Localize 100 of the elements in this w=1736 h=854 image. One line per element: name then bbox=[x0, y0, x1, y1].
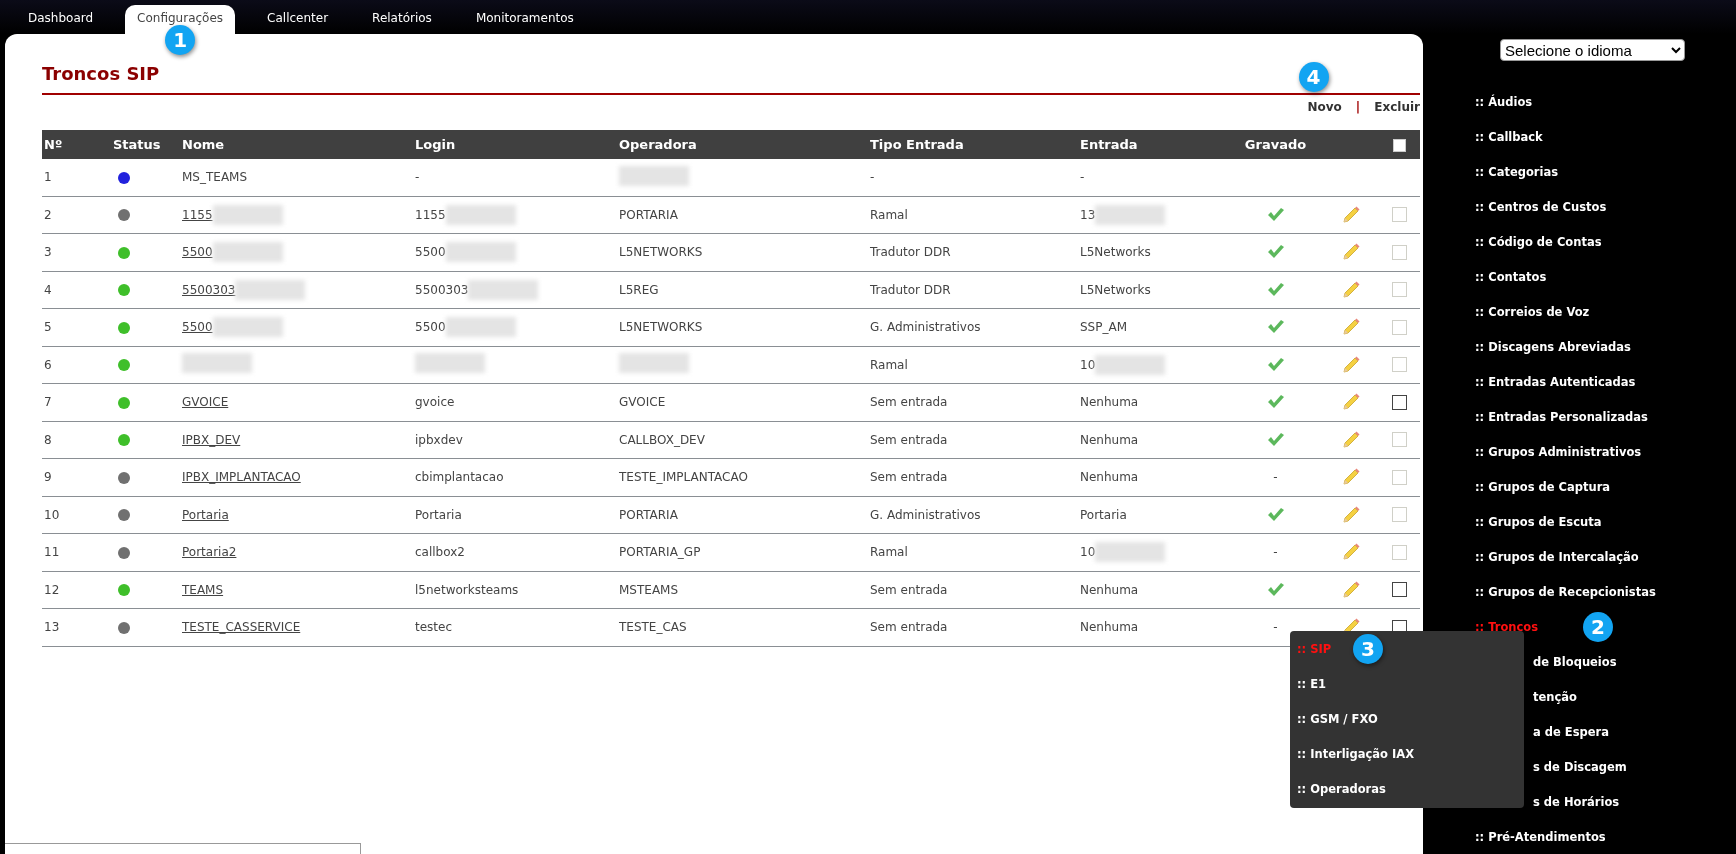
table-cell: 5500 bbox=[415, 320, 446, 335]
row-checkbox[interactable] bbox=[1391, 394, 1407, 410]
name-link[interactable]: Portaria2 bbox=[182, 545, 237, 560]
name-link[interactable]: TESTE_CASSERVICE bbox=[182, 620, 301, 635]
action-link[interactable]: Excluir bbox=[1374, 100, 1420, 114]
check-icon bbox=[1266, 506, 1285, 523]
submenu-item[interactable]: :: GSM / FXO bbox=[1297, 711, 1378, 726]
table-cell: SSP_AM bbox=[1080, 320, 1128, 335]
sidebar-item[interactable]: :: Grupos de Captura bbox=[1475, 479, 1611, 494]
table-cell: GVOICE bbox=[619, 395, 666, 410]
table-cell: Tradutor DDR bbox=[870, 245, 951, 260]
table-cell: L5NETWORKS bbox=[619, 320, 703, 335]
table-cell: Nenhuma bbox=[1080, 470, 1139, 485]
sidebar-item[interactable]: :: Discagens Abreviadas bbox=[1475, 339, 1631, 354]
name-link[interactable]: GVOICE bbox=[182, 395, 229, 410]
sidebar-item[interactable]: :: Pré-Atendimentos bbox=[1475, 829, 1606, 844]
table-cell: 6 bbox=[44, 357, 52, 372]
sidebar-item[interactable]: :: Centros de Custos bbox=[1475, 199, 1607, 214]
table-cell: gvoice bbox=[415, 395, 455, 410]
select-all-checkbox[interactable] bbox=[1392, 139, 1406, 152]
sidebar-item[interactable]: :: Grupos de Escuta bbox=[1475, 514, 1602, 529]
name-link[interactable]: IPBX_IMPLANTACAO bbox=[182, 470, 301, 485]
table-cell: MSTEAMS bbox=[619, 582, 679, 597]
table-cell: 13 bbox=[1080, 207, 1096, 222]
name-link[interactable]: 5500 bbox=[182, 245, 213, 260]
sidebar-item[interactable]: :: Callback bbox=[1475, 129, 1543, 144]
table-cell: Ramal bbox=[870, 207, 908, 222]
table-cell: - bbox=[1273, 470, 1278, 485]
sidebar-item[interactable]: :: Grupos Administrativos bbox=[1475, 444, 1642, 459]
sidebar-item[interactable]: :: Grupos de Recepcionistas bbox=[1475, 584, 1656, 599]
table-cell: 10 bbox=[1080, 545, 1096, 560]
check-icon bbox=[1266, 431, 1285, 448]
column-header: Entrada bbox=[1080, 137, 1138, 152]
table-cell: - bbox=[870, 170, 875, 185]
table-cell: testec bbox=[415, 620, 453, 635]
table-cell: - bbox=[1080, 170, 1085, 185]
row-checkbox[interactable] bbox=[1391, 582, 1407, 598]
name-link[interactable]: 5500 bbox=[182, 320, 213, 335]
sidebar-item[interactable]: a de Espera bbox=[1533, 724, 1609, 739]
table-cell: Portaria bbox=[1080, 507, 1127, 522]
sidebar-item[interactable]: tenção bbox=[1533, 689, 1577, 704]
table-cell: TESTE_CAS bbox=[619, 620, 687, 635]
table-cell: Sem entrada bbox=[870, 620, 948, 635]
sidebar-item[interactable]: :: Troncos bbox=[1475, 619, 1539, 634]
table-cell: 12 bbox=[44, 582, 60, 597]
name-link[interactable]: Portaria bbox=[182, 507, 229, 522]
table-cell: l5networksteams bbox=[415, 582, 519, 597]
table-cell: 3 bbox=[44, 245, 52, 260]
name-link[interactable]: TEAMS bbox=[182, 582, 224, 597]
name-link[interactable]: IPBX_DEV bbox=[182, 432, 241, 447]
table-cell: cbimplantacao bbox=[415, 470, 504, 485]
sidebar-item[interactable]: :: Entradas Autenticadas bbox=[1475, 374, 1636, 389]
sidebar-item[interactable]: s de Discagem bbox=[1533, 759, 1627, 774]
table-cell: L5Networks bbox=[1080, 282, 1151, 297]
table-cell: 8 bbox=[44, 432, 52, 447]
sidebar-item[interactable]: :: Áudios bbox=[1475, 94, 1533, 109]
table-cell: PORTARIA bbox=[619, 507, 678, 522]
table-cell: callbox2 bbox=[415, 545, 465, 560]
sidebar-item[interactable]: :: Entradas Personalizadas bbox=[1475, 409, 1648, 424]
table-cell: 1155 bbox=[415, 207, 446, 222]
table-cell: L5NETWORKS bbox=[619, 245, 703, 260]
nav-tab[interactable]: Callcenter bbox=[255, 5, 341, 34]
action-link[interactable]: Novo bbox=[1307, 100, 1342, 114]
sidebar-item[interactable]: :: Contatos bbox=[1475, 269, 1547, 284]
language-select[interactable]: Selecione o idioma bbox=[1500, 39, 1685, 61]
table-cell: Portaria bbox=[415, 507, 462, 522]
sidebar-item[interactable]: de Bloqueios bbox=[1533, 654, 1617, 669]
name-link[interactable]: 1155 bbox=[182, 207, 213, 222]
column-header: Tipo Entrada bbox=[870, 137, 964, 152]
table-cell: Nenhuma bbox=[1080, 620, 1139, 635]
submenu-item[interactable]: :: Operadoras bbox=[1297, 781, 1386, 796]
nav-tab[interactable]: Configurações bbox=[125, 5, 236, 34]
sidebar-item[interactable]: s de Horários bbox=[1533, 794, 1620, 809]
check-icon bbox=[1266, 206, 1285, 223]
table-cell: Tradutor DDR bbox=[870, 282, 951, 297]
table-cell: Sem entrada bbox=[870, 582, 948, 597]
sidebar-item[interactable]: :: Categorias bbox=[1475, 164, 1559, 179]
sidebar-item[interactable]: :: Grupos de Intercalação bbox=[1475, 549, 1639, 564]
table-cell: CALLBOX_DEV bbox=[619, 432, 705, 447]
separator: | bbox=[1355, 100, 1361, 114]
table-cell: PORTARIA_GP bbox=[619, 545, 701, 560]
table-cell: 5500303 bbox=[415, 282, 469, 297]
column-header: Status bbox=[113, 137, 161, 152]
table-cell: 13 bbox=[44, 620, 60, 635]
name-link[interactable]: 5500303 bbox=[182, 282, 236, 297]
sidebar-item[interactable]: :: Código de Contas bbox=[1475, 234, 1602, 249]
table-cell: 11 bbox=[44, 545, 60, 560]
table-cell: Ramal bbox=[870, 545, 908, 560]
table-cell: - bbox=[1273, 620, 1278, 635]
column-header: Login bbox=[415, 137, 456, 152]
column-header: Nº bbox=[44, 137, 63, 152]
nav-tab[interactable]: Relatórios bbox=[360, 5, 444, 34]
table-cell: MS_TEAMS bbox=[182, 170, 248, 185]
nav-tab[interactable]: Monitoramentos bbox=[463, 5, 586, 34]
submenu-item[interactable]: :: Interligação IAX bbox=[1297, 746, 1415, 761]
submenu-item[interactable]: :: E1 bbox=[1297, 676, 1327, 691]
table-cell: ipbxdev bbox=[415, 432, 463, 447]
table-cell: G. Administrativos bbox=[870, 507, 981, 522]
sidebar-item[interactable]: :: Correios de Voz bbox=[1475, 304, 1590, 319]
nav-tab[interactable]: Dashboard bbox=[16, 5, 106, 34]
